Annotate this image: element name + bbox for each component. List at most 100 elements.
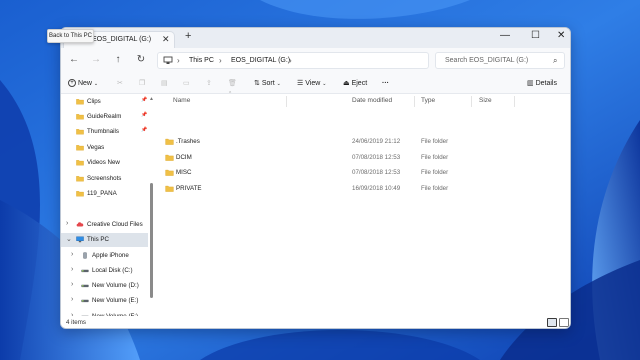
address-bar: ← → ↑ ↻ › This PC › EOS_DIGITAL (G:) › S… (61, 48, 570, 74)
chevron-right-icon[interactable]: › (71, 281, 73, 288)
navigation-pane: ▲ Clips 📌 GuideRealm 📌 Thumbnails 📌 Vegas Video… (61, 94, 154, 316)
column-header-size[interactable]: Size (479, 97, 492, 104)
pin-icon: 📌 (141, 112, 148, 118)
file-type: File folder (421, 185, 449, 192)
folder-icon (165, 169, 174, 176)
table-row[interactable]: MISC 07/08/2018 12:53 File folder (159, 166, 570, 180)
cut-icon[interactable]: ✂ (117, 77, 123, 91)
up-button[interactable]: ↑ (111, 53, 125, 67)
chevron-right-icon[interactable]: › (66, 220, 68, 227)
details-icon: ▥ (527, 80, 534, 87)
sidebar-item-119-pana[interactable]: 119_PANA (61, 187, 148, 201)
chevron-right-icon[interactable]: › (71, 266, 73, 273)
folder-icon (165, 138, 174, 145)
forward-button[interactable]: → (89, 53, 103, 67)
details-button-label: Details (535, 80, 557, 87)
phone-icon (81, 252, 89, 259)
navigation-scrollbar[interactable] (150, 183, 153, 298)
sidebar-item-vegas[interactable]: Vegas (61, 141, 148, 155)
chevron-down-icon: ⌄ (93, 81, 99, 87)
details-pane-button[interactable]: ▥ Details (527, 77, 557, 91)
chevron-down-icon: ⌄ (322, 81, 327, 87)
search-input[interactable]: Search EOS_DIGITAL (G:) ⌕ (435, 52, 565, 69)
sidebar-item-apple-iphone[interactable]: › Apple iPhone (61, 249, 148, 263)
view-icon: ☰ (297, 80, 304, 87)
details-view-button[interactable] (547, 318, 557, 327)
new-button-label: New (77, 80, 92, 87)
chevron-down-icon[interactable]: ⌄ (66, 235, 72, 243)
large-icons-view-button[interactable] (559, 318, 569, 327)
sidebar-item-local-disk-c[interactable]: › Local Disk (C:) (61, 264, 148, 278)
sidebar-item-label: Thumbnails (87, 128, 119, 135)
column-divider[interactable] (471, 96, 472, 107)
sidebar-item-label: This PC (87, 236, 110, 243)
paste-icon[interactable]: ▤ (161, 77, 168, 91)
table-row[interactable]: .Trashes 24/06/2019 21:12 File folder (159, 135, 570, 149)
search-placeholder: Search EOS_DIGITAL (G:) (445, 57, 529, 64)
column-header-name[interactable]: Name (173, 97, 190, 104)
sidebar-item-label: Local Disk (C:) (92, 267, 133, 274)
sort-caret-icon: ⌃ (228, 91, 233, 97)
close-window-button[interactable]: ✕ (557, 30, 565, 41)
folder-icon (165, 154, 174, 161)
sidebar-item-this-pc[interactable]: ⌄ This PC (61, 233, 148, 247)
tab-close-icon[interactable]: ✕ (162, 34, 170, 45)
chevron-right-icon[interactable]: › (71, 251, 73, 258)
back-button[interactable]: ← (67, 53, 81, 67)
sidebar-item-label: New Volume (E:) (92, 297, 139, 304)
column-divider[interactable] (414, 96, 415, 107)
sort-icon: ⇅ (254, 80, 260, 87)
sidebar-item-creative-cloud-files[interactable]: › Creative Cloud Files (61, 218, 148, 232)
maximize-button[interactable]: ☐ (531, 30, 540, 41)
computer-icon (163, 56, 173, 64)
breadcrumb-eos-digital[interactable]: EOS_DIGITAL (G:) (231, 57, 290, 64)
drive-icon (81, 267, 89, 274)
sidebar-item-thumbnails[interactable]: Thumbnails 📌 (61, 125, 148, 139)
eject-button[interactable]: ⏏ Eject (343, 77, 367, 91)
sidebar-item-new-volume-e[interactable]: › New Volume (E:) (61, 294, 148, 308)
sidebar-item-guiderealm[interactable]: GuideRealm 📌 (61, 110, 148, 124)
view-button-label: View (305, 80, 321, 87)
new-button[interactable]: + New ⌄ (68, 77, 98, 91)
breadcrumb-this-pc[interactable]: This PC (189, 57, 214, 64)
column-divider[interactable] (514, 96, 515, 107)
sidebar-item-label: Vegas (87, 144, 105, 151)
file-date-modified: 16/09/2018 10:49 (352, 185, 401, 192)
refresh-button[interactable]: ↻ (134, 53, 148, 67)
command-bar: + New ⌄ ✂ ❐ ▤ ▭ ⇪ 🗑 ⇅ Sort ⌄ ☰ View ⌄ ⏏ … (61, 74, 570, 94)
column-header-date-modified[interactable]: Date modified (352, 97, 392, 104)
pin-icon: 📌 (141, 97, 148, 103)
folder-icon (76, 159, 84, 166)
column-divider[interactable] (286, 96, 287, 107)
table-row[interactable]: DCIM 07/08/2018 12:53 File folder (159, 151, 570, 165)
file-date-modified: 07/08/2018 12:53 (352, 169, 401, 176)
sidebar-item-label: Clips (87, 98, 101, 105)
folder-icon (76, 113, 84, 120)
new-tab-button[interactable]: + (185, 30, 191, 42)
share-icon[interactable]: ⇪ (206, 77, 212, 91)
rename-icon[interactable]: ▭ (183, 77, 190, 91)
sidebar-item-clips[interactable]: Clips 📌 (61, 95, 148, 109)
sort-button[interactable]: ⇅ Sort ⌄ (254, 77, 281, 91)
see-more-button[interactable]: ··· (382, 77, 389, 91)
sidebar-item-label: Videos New (87, 159, 120, 166)
file-name: .Trashes (176, 138, 200, 145)
column-header-type[interactable]: Type (421, 97, 435, 104)
sidebar-item-new-volume-d[interactable]: › New Volume (D:) (61, 279, 148, 293)
sidebar-item-videos-new[interactable]: Videos New (61, 156, 148, 170)
item-count: 4 items (66, 319, 86, 326)
breadcrumb-separator[interactable]: › (289, 56, 292, 65)
copy-icon[interactable]: ❐ (139, 77, 145, 91)
sort-button-label: Sort (261, 80, 275, 87)
view-button[interactable]: ☰ View ⌄ (297, 77, 326, 91)
delete-icon[interactable]: 🗑 (228, 77, 237, 91)
file-name: PRIVATE (176, 185, 202, 192)
minimize-button[interactable]: — (500, 30, 510, 41)
scroll-up-arrow-icon[interactable]: ▲ (149, 96, 154, 102)
chevron-right-icon[interactable]: › (71, 296, 73, 303)
sidebar-item-screenshots[interactable]: Screenshots (61, 172, 148, 186)
folder-icon (76, 175, 84, 182)
table-row[interactable]: PRIVATE 16/09/2018 10:49 File folder (159, 182, 570, 196)
breadcrumb[interactable]: › This PC › EOS_DIGITAL (G:) › (157, 52, 429, 69)
file-name: MISC (176, 169, 192, 176)
